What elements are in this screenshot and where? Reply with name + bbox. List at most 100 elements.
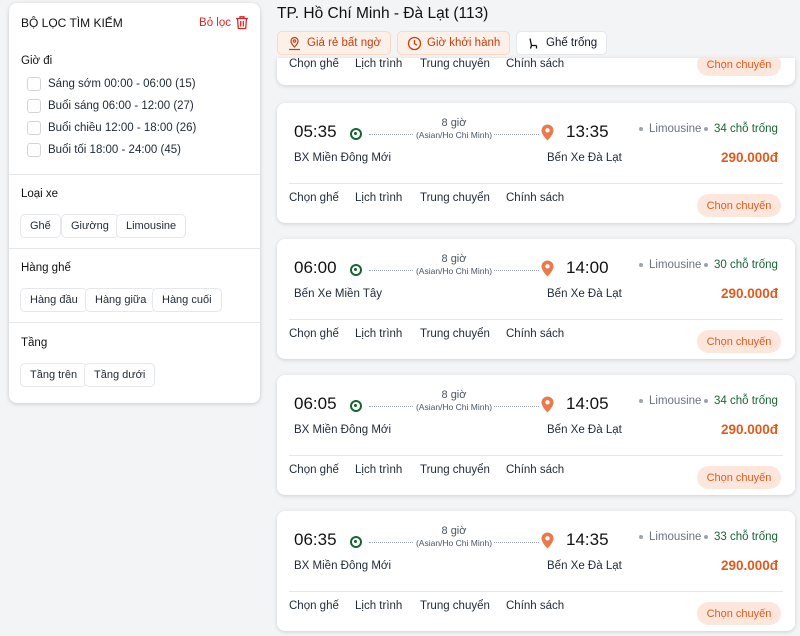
destination-station: Bến Xe Đà Lạt bbox=[547, 288, 622, 300]
price: 290.000đ bbox=[720, 286, 778, 301]
filter-label: Giờ khởi hành bbox=[427, 37, 501, 49]
choose-trip-button[interactable]: Chọn chuyến bbox=[697, 466, 781, 489]
checkbox[interactable] bbox=[27, 143, 41, 157]
time-option-evening[interactable]: Buổi tối 18:00 - 24:00 (45) bbox=[27, 143, 181, 157]
destination-pin-icon bbox=[541, 532, 554, 549]
trip-card: 06:00 8 giờ (Asian/Ho Chi Minh) 14:00 Bế… bbox=[277, 239, 795, 359]
duration: 8 giờ bbox=[441, 525, 467, 537]
chip-bed[interactable]: Giường bbox=[61, 214, 119, 238]
arrival-time: 14:00 bbox=[566, 258, 609, 277]
filter-label: Ghế trống bbox=[546, 37, 598, 49]
link-choose-seat[interactable]: Chọn ghế bbox=[289, 464, 339, 476]
time-option-label: Sáng sớm 00:00 - 06:00 (15) bbox=[48, 78, 196, 90]
link-policy[interactable]: Chính sách bbox=[506, 58, 564, 70]
choose-trip-button[interactable]: Chọn chuyến bbox=[697, 330, 781, 353]
bus-type-text: Limousine bbox=[649, 123, 702, 135]
arrival-time: 13:35 bbox=[566, 122, 609, 141]
link-schedule[interactable]: Lịch trình bbox=[355, 58, 402, 70]
choose-trip-button[interactable]: Chọn chuyến bbox=[697, 194, 781, 217]
chip-limousine[interactable]: Limousine bbox=[116, 214, 187, 238]
available-seats: 33 chỗ trống bbox=[704, 531, 778, 543]
floor-title: Tầng bbox=[21, 337, 48, 349]
link-transfer[interactable]: Trung chuyển bbox=[420, 58, 490, 70]
chip-front-row[interactable]: Hàng đầu bbox=[20, 288, 88, 312]
location-price-icon bbox=[289, 36, 300, 50]
time-option-label: Buổi tối 18:00 - 24:00 (45) bbox=[48, 144, 181, 156]
time-option-afternoon[interactable]: Buổi chiều 12:00 - 18:00 (26) bbox=[27, 121, 196, 135]
checkbox[interactable] bbox=[27, 121, 41, 135]
origin-icon bbox=[350, 128, 362, 140]
available-seats-text: 33 chỗ trống bbox=[714, 531, 778, 543]
seat-row-title: Hàng ghế bbox=[21, 262, 71, 274]
filter-departure-button[interactable]: Giờ khởi hành bbox=[397, 31, 511, 55]
destination-station: Bến Xe Đà Lạt bbox=[547, 560, 622, 572]
chip-back-row[interactable]: Hàng cuối bbox=[152, 288, 222, 312]
checkbox[interactable] bbox=[27, 99, 41, 113]
link-policy[interactable]: Chính sách bbox=[506, 600, 564, 612]
available-seats: 30 chỗ trống bbox=[704, 259, 778, 271]
link-schedule[interactable]: Lịch trình bbox=[355, 328, 402, 340]
link-transfer[interactable]: Trung chuyển bbox=[420, 464, 490, 476]
divider bbox=[9, 248, 260, 249]
timezone: (Asian/Ho Chi Minh) bbox=[369, 266, 539, 276]
duration: 8 giờ bbox=[441, 389, 467, 401]
sidebar-title: BỘ LỌC TÌM KIẾM bbox=[21, 16, 123, 30]
bus-type: Limousine bbox=[639, 531, 701, 543]
time-option-morning[interactable]: Buổi sáng 06:00 - 12:00 (27) bbox=[27, 99, 194, 113]
link-transfer[interactable]: Trung chuyển bbox=[420, 600, 490, 612]
choose-trip-button[interactable]: Chọn chuyến bbox=[697, 58, 781, 76]
link-transfer[interactable]: Trung chuyển bbox=[420, 192, 490, 204]
clear-filters-button[interactable]: Bỏ lọc bbox=[199, 15, 249, 30]
link-choose-seat[interactable]: Chọn ghế bbox=[289, 58, 339, 70]
clock-icon bbox=[407, 36, 422, 50]
chip-seat[interactable]: Ghế bbox=[20, 214, 61, 238]
link-choose-seat[interactable]: Chọn ghế bbox=[289, 600, 339, 612]
available-seats-text: 30 chỗ trống bbox=[714, 259, 778, 271]
timezone-text: (Asian/Ho Chi Minh) bbox=[413, 130, 495, 140]
vehicle-type-title: Loại xe bbox=[21, 188, 59, 200]
filter-cheap-button[interactable]: Giá rẻ bất ngờ bbox=[277, 31, 392, 55]
link-schedule[interactable]: Lịch trình bbox=[355, 192, 402, 204]
price: 290.000đ bbox=[720, 558, 778, 573]
trip-card: 05:35 8 giờ (Asian/Ho Chi Minh) 13:35 BX… bbox=[277, 103, 795, 223]
link-schedule[interactable]: Lịch trình bbox=[355, 600, 402, 612]
chip-upper-floor[interactable]: Tầng trên bbox=[20, 363, 88, 387]
duration: 8 giờ bbox=[441, 253, 467, 265]
filter-empty-seat-button[interactable]: Ghế trống bbox=[516, 31, 608, 55]
destination-station: Bến Xe Đà Lạt bbox=[547, 152, 622, 164]
price: 290.000đ bbox=[720, 422, 778, 437]
choose-trip-button[interactable]: Chọn chuyến bbox=[697, 602, 781, 625]
link-choose-seat[interactable]: Chọn ghế bbox=[289, 192, 339, 204]
link-policy[interactable]: Chính sách bbox=[506, 464, 564, 476]
link-policy[interactable]: Chính sách bbox=[506, 192, 564, 204]
chip-lower-floor[interactable]: Tầng dưới bbox=[84, 363, 156, 387]
divider bbox=[289, 591, 783, 592]
divider bbox=[289, 319, 783, 320]
bus-type: Limousine bbox=[639, 123, 701, 135]
available-seats: 34 chỗ trống bbox=[704, 395, 778, 407]
link-choose-seat[interactable]: Chọn ghế bbox=[289, 328, 339, 340]
timezone-text: (Asian/Ho Chi Minh) bbox=[413, 538, 495, 548]
link-schedule[interactable]: Lịch trình bbox=[355, 464, 402, 476]
origin-station: BX Miền Đông Mới bbox=[294, 152, 392, 164]
link-policy[interactable]: Chính sách bbox=[506, 328, 564, 340]
available-seats: 34 chỗ trống bbox=[704, 123, 778, 135]
departure-time-title: Giờ đi bbox=[21, 55, 53, 67]
origin-station: BX Miền Đông Mới bbox=[294, 560, 392, 572]
checkbox[interactable] bbox=[27, 77, 41, 91]
time-option-early[interactable]: Sáng sớm 00:00 - 06:00 (15) bbox=[27, 77, 196, 91]
duration: 8 giờ bbox=[441, 117, 467, 129]
origin-icon bbox=[350, 536, 362, 548]
timezone: (Asian/Ho Chi Minh) bbox=[369, 402, 539, 412]
origin-icon bbox=[350, 400, 362, 412]
link-transfer[interactable]: Trung chuyển bbox=[420, 328, 490, 340]
divider bbox=[289, 455, 783, 456]
chip-middle-row[interactable]: Hàng giữa bbox=[85, 288, 157, 312]
arrival-time: 14:35 bbox=[566, 530, 609, 549]
origin-icon bbox=[350, 264, 362, 276]
filter-label: Giá rẻ bất ngờ bbox=[307, 37, 382, 49]
available-seats-text: 34 chỗ trống bbox=[714, 395, 778, 407]
divider bbox=[9, 174, 260, 175]
clear-filters-label: Bỏ lọc bbox=[199, 16, 231, 29]
time-option-label: Buổi chiều 12:00 - 18:00 (26) bbox=[48, 122, 197, 134]
